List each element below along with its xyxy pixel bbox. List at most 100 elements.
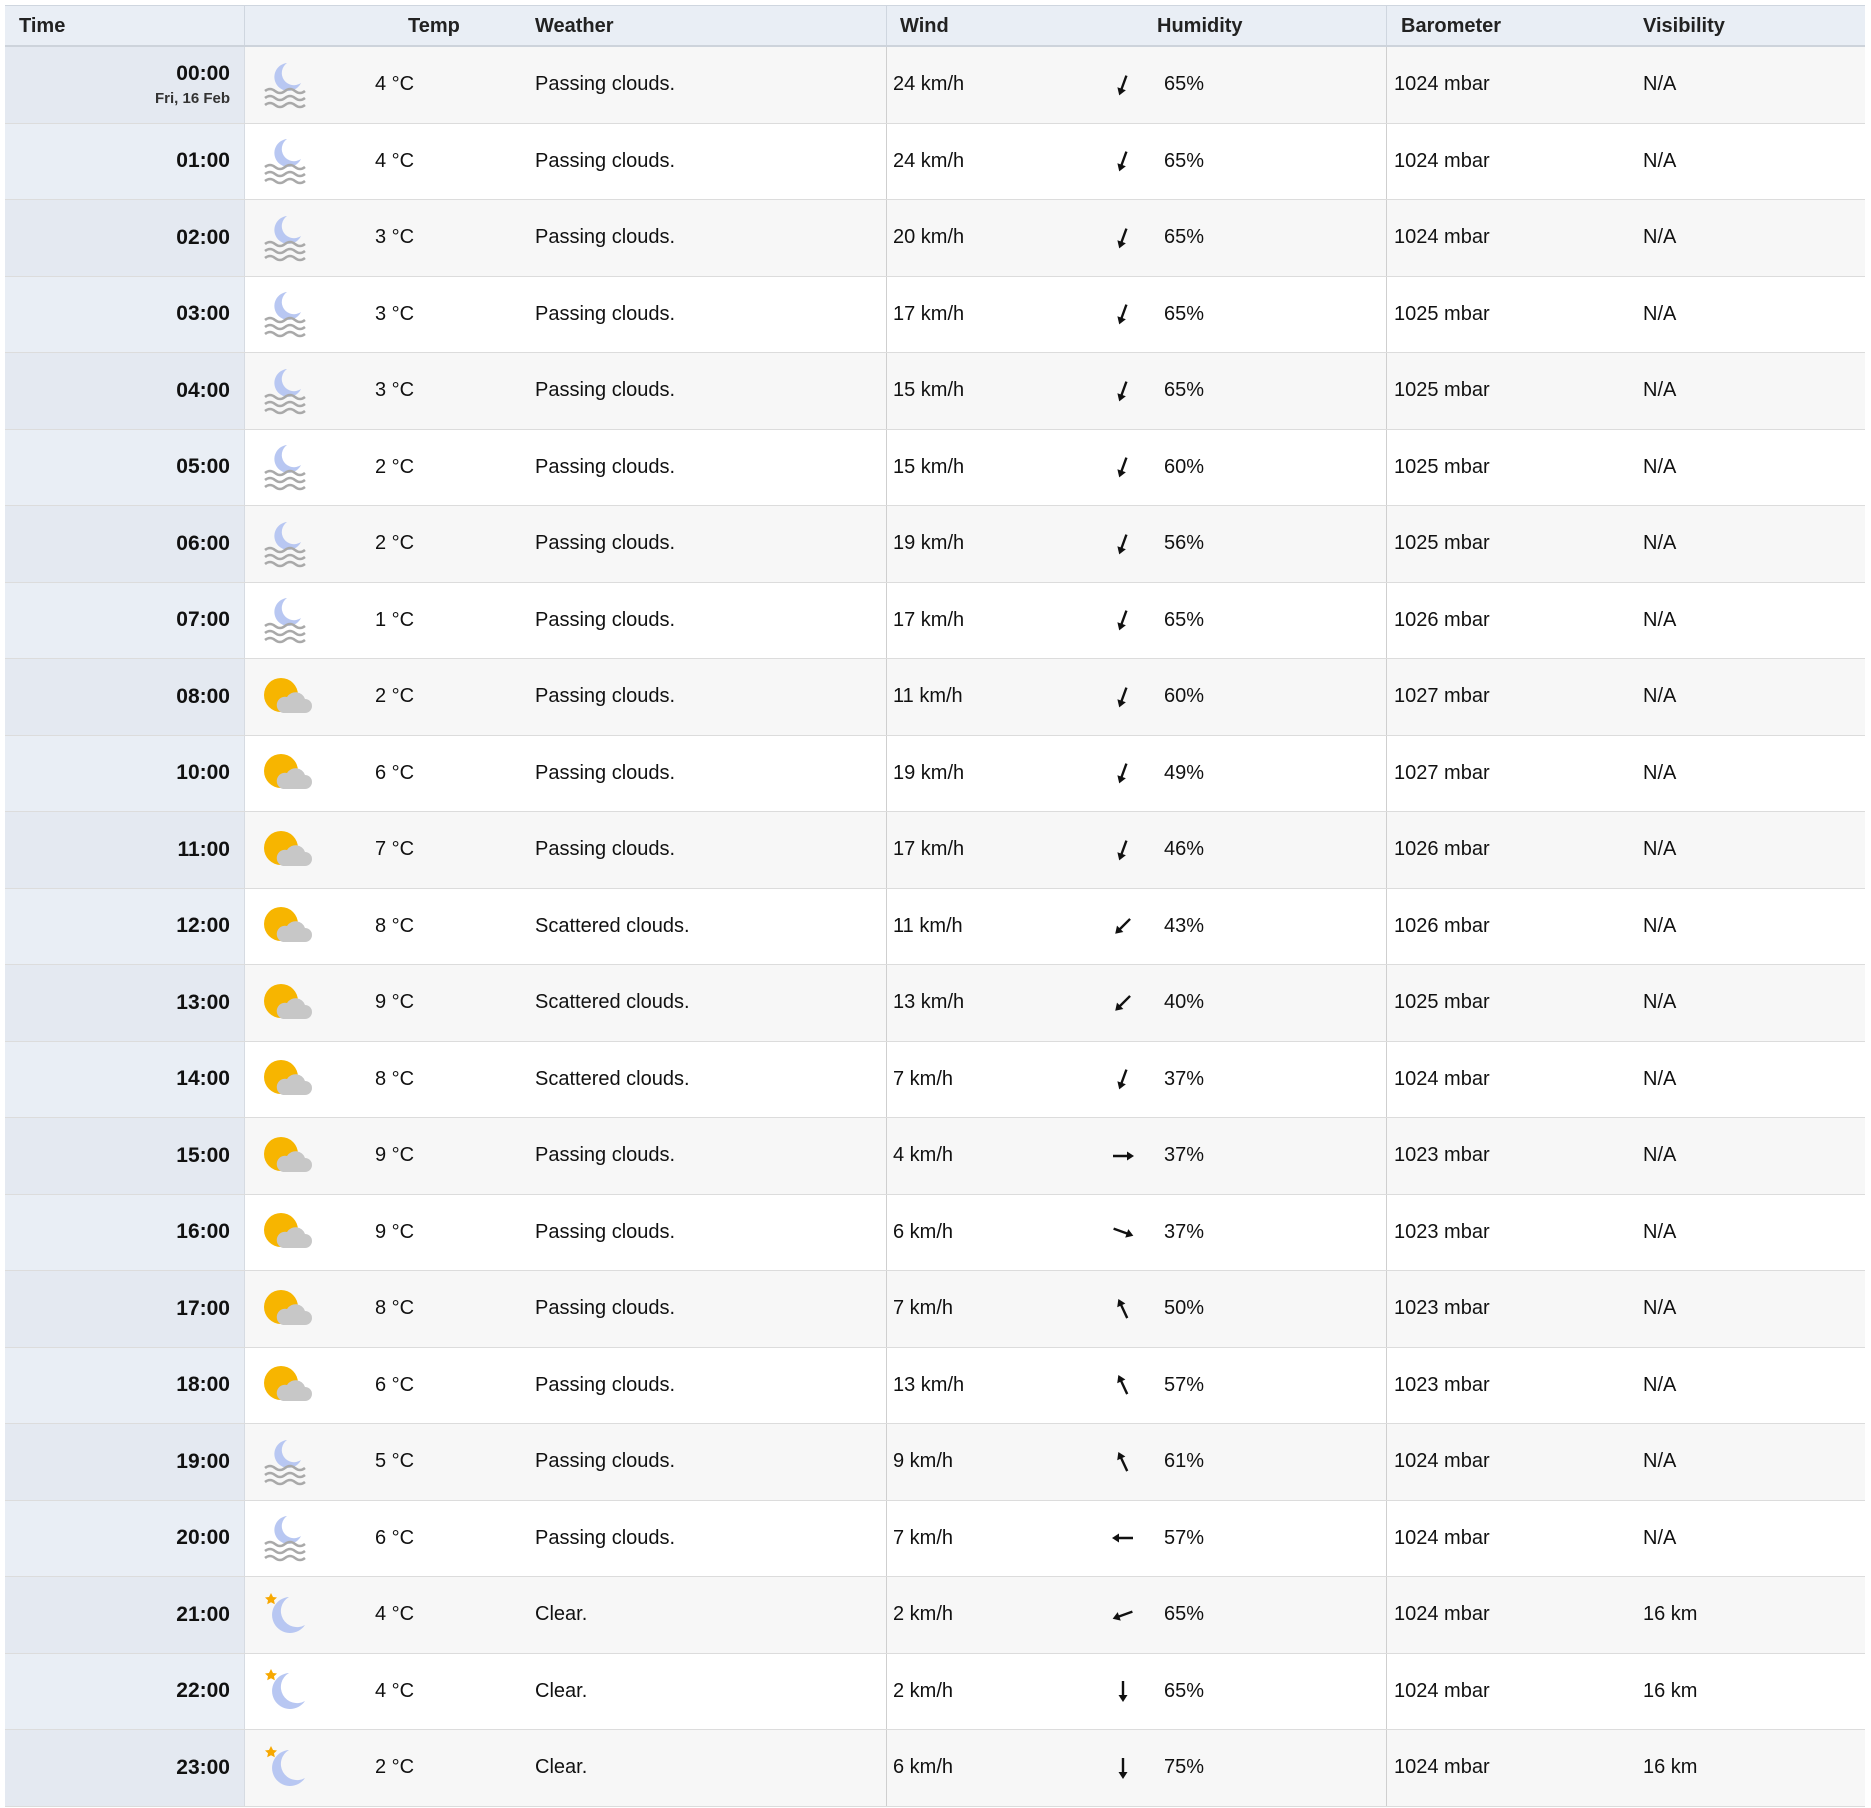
table-row: 02:00 3 °C Passing clouds. 20 km/h 65% 1024 m… bbox=[5, 200, 1865, 277]
row-barometer: 1025 mbar bbox=[1394, 455, 1490, 478]
wind-direction-arrow-icon bbox=[1037, 1195, 1157, 1271]
header-humidity: Humidity bbox=[1157, 6, 1387, 45]
row-time: 15:00 bbox=[176, 1143, 230, 1167]
row-wind-speed: 11 km/h bbox=[893, 685, 963, 708]
row-barometer: 1023 mbar bbox=[1394, 1220, 1490, 1243]
table-row: 03:00 3 °C Passing clouds. 17 km/h 65% 1025 m… bbox=[5, 276, 1865, 353]
row-humidity: 43% bbox=[1157, 888, 1387, 964]
row-barometer: 1024 mbar bbox=[1394, 149, 1490, 172]
row-weather: Passing clouds. bbox=[535, 429, 887, 505]
table-row: 06:00 2 °C Passing clouds. 19 km/h 56% 1025 m… bbox=[5, 506, 1865, 583]
row-time-cell: 07:00 bbox=[5, 582, 245, 658]
table-row: 07:00 1 °C Passing clouds. 17 km/h 65% 1026 m… bbox=[5, 582, 1865, 659]
row-temp: 6 °C bbox=[375, 1373, 415, 1396]
row-barometer: 1025 mbar bbox=[1394, 379, 1490, 402]
row-visibility: N/A bbox=[1643, 1144, 1677, 1167]
row-wind-speed: 7 km/h bbox=[893, 1526, 954, 1549]
row-weather: Passing clouds. bbox=[535, 1347, 887, 1423]
table-row: 14:00 8 °C Scattered clouds. 7 km/h 37% 1024 … bbox=[5, 1041, 1865, 1118]
row-temp: 2 °C bbox=[375, 455, 415, 478]
row-humidity: 65% bbox=[1157, 200, 1387, 276]
table-row: 20:00 6 °C Passing clouds. 7 km/h 57% 1024 mb… bbox=[5, 1500, 1865, 1577]
row-barometer: 1025 mbar bbox=[1394, 991, 1490, 1014]
row-humidity: 75% bbox=[1157, 1730, 1387, 1806]
row-barometer: 1024 mbar bbox=[1394, 1679, 1490, 1702]
row-time: 12:00 bbox=[176, 914, 230, 938]
row-time: 22:00 bbox=[176, 1679, 230, 1703]
sun-cloud-icon bbox=[245, 1348, 375, 1424]
row-wind-speed: 7 km/h bbox=[893, 1297, 954, 1320]
row-humidity: 65% bbox=[1157, 353, 1387, 429]
wind-direction-arrow-icon bbox=[1037, 1348, 1157, 1424]
row-barometer: 1026 mbar bbox=[1394, 608, 1490, 631]
row-time-cell: 05:00 bbox=[5, 429, 245, 505]
row-temp: 3 °C bbox=[375, 226, 415, 249]
row-wind-speed: 2 km/h bbox=[893, 1603, 954, 1626]
row-wind-speed: 19 km/h bbox=[893, 761, 965, 784]
row-time-cell: 19:00 bbox=[5, 1424, 245, 1500]
wind-direction-arrow-icon bbox=[1037, 277, 1157, 353]
row-temp: 5 °C bbox=[375, 1450, 415, 1473]
row-visibility: N/A bbox=[1643, 1297, 1677, 1320]
row-visibility: N/A bbox=[1643, 1373, 1677, 1396]
hourly-weather-table: Time Temp Weather Wind Humidity Baromete… bbox=[5, 5, 1865, 1807]
row-weather: Passing clouds. bbox=[535, 1500, 887, 1576]
row-temp: 1 °C bbox=[375, 608, 415, 631]
row-wind-speed: 6 km/h bbox=[893, 1220, 954, 1243]
table-row: 21:00 4 °C Clear. 2 km/h 65% 1024 mbar 16 km bbox=[5, 1577, 1865, 1654]
row-weather: Passing clouds. bbox=[535, 506, 887, 582]
row-weather: Passing clouds. bbox=[535, 47, 887, 123]
header-weather: Weather bbox=[535, 6, 887, 45]
row-time-cell: 08:00 bbox=[5, 659, 245, 735]
row-barometer: 1024 mbar bbox=[1394, 1067, 1490, 1090]
row-visibility: N/A bbox=[1643, 991, 1677, 1014]
moon-star-icon bbox=[245, 1730, 375, 1806]
row-humidity: 46% bbox=[1157, 812, 1387, 888]
row-time-cell: 14:00 bbox=[5, 1041, 245, 1117]
row-weather: Scattered clouds. bbox=[535, 1041, 887, 1117]
row-time-cell: 23:00 bbox=[5, 1730, 245, 1806]
row-weather: Passing clouds. bbox=[535, 1118, 887, 1194]
row-time-cell: 21:00 bbox=[5, 1577, 245, 1653]
row-time: 08:00 bbox=[176, 684, 230, 708]
row-humidity: 49% bbox=[1157, 735, 1387, 811]
row-time-cell: 03:00 bbox=[5, 276, 245, 352]
row-visibility: N/A bbox=[1643, 1450, 1677, 1473]
sun-cloud-icon bbox=[245, 812, 375, 888]
wind-direction-arrow-icon bbox=[1037, 1577, 1157, 1653]
header-wind: Wind bbox=[900, 15, 949, 37]
row-time: 11:00 bbox=[177, 837, 230, 861]
wind-direction-arrow-icon bbox=[1037, 1118, 1157, 1194]
row-weather: Passing clouds. bbox=[535, 582, 887, 658]
row-barometer: 1025 mbar bbox=[1394, 302, 1490, 325]
row-temp: 4 °C bbox=[375, 149, 415, 172]
row-barometer: 1024 mbar bbox=[1394, 1450, 1490, 1473]
row-time: 03:00 bbox=[176, 302, 230, 326]
row-wind-speed: 17 km/h bbox=[893, 608, 965, 631]
row-time-cell: 17:00 bbox=[5, 1271, 245, 1347]
row-time: 20:00 bbox=[176, 1526, 230, 1550]
row-barometer: 1024 mbar bbox=[1394, 1526, 1490, 1549]
row-time-cell: 15:00 bbox=[5, 1118, 245, 1194]
row-visibility: 16 km bbox=[1643, 1756, 1698, 1779]
row-temp: 6 °C bbox=[375, 761, 415, 784]
table-row: 22:00 4 °C Clear. 2 km/h 65% 1024 mbar 16 km bbox=[5, 1653, 1865, 1730]
row-time: 00:00 bbox=[176, 62, 230, 86]
row-time: 07:00 bbox=[176, 608, 230, 632]
row-humidity: 65% bbox=[1157, 123, 1387, 199]
row-time: 06:00 bbox=[176, 531, 230, 555]
sun-cloud-icon bbox=[245, 1195, 375, 1271]
header-visibility: Visibility bbox=[1643, 15, 1725, 37]
row-time-cell: 00:00 Fri, 16 Feb bbox=[5, 47, 245, 123]
row-time: 18:00 bbox=[176, 1373, 230, 1397]
row-humidity: 57% bbox=[1157, 1347, 1387, 1423]
row-time-cell: 06:00 bbox=[5, 506, 245, 582]
table-row: 16:00 9 °C Passing clouds. 6 km/h 37% 1023 mb… bbox=[5, 1194, 1865, 1271]
row-barometer: 1025 mbar bbox=[1394, 532, 1490, 555]
moon-fog-icon bbox=[245, 277, 375, 353]
moon-fog-icon bbox=[245, 1501, 375, 1577]
table-row: 10:00 6 °C Passing clouds. 19 km/h 49% 1027 m… bbox=[5, 735, 1865, 812]
row-visibility: N/A bbox=[1643, 761, 1677, 784]
table-row: 17:00 8 °C Passing clouds. 7 km/h 50% 1023 mb… bbox=[5, 1271, 1865, 1348]
row-visibility: N/A bbox=[1643, 302, 1677, 325]
